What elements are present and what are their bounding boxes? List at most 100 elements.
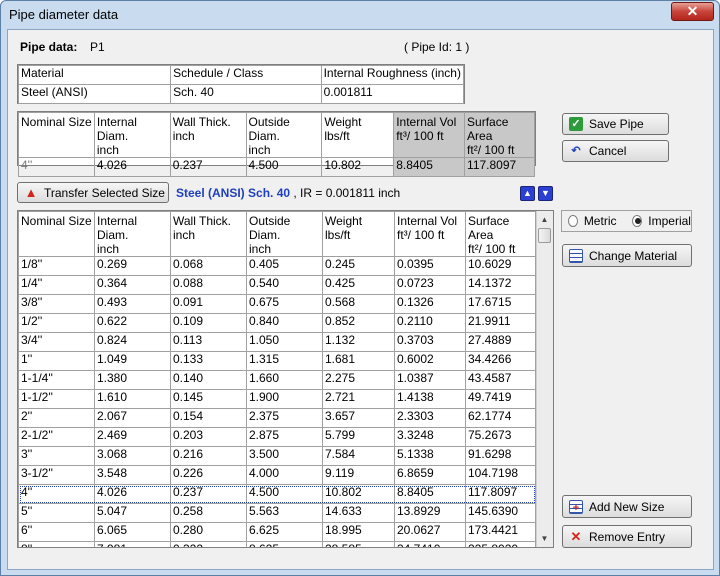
internal-diam-cell: 1.049 bbox=[94, 351, 171, 371]
material-summary-ir: , IR = 0.001811 inch bbox=[290, 186, 401, 200]
surface-area-cell: 173.4421 bbox=[465, 522, 536, 542]
material-value[interactable]: Steel (ANSI) bbox=[17, 84, 172, 104]
undo-icon: ↶ bbox=[571, 145, 581, 157]
schedule-value[interactable]: Sch. 40 bbox=[170, 84, 322, 104]
table-row[interactable]: 1'' 1.049 0.133 1.315 1.681 0.6002 34.4266 bbox=[18, 351, 536, 371]
nominal-size-cell: 1'' bbox=[18, 351, 95, 371]
weight-header: Weight lbs/ft bbox=[321, 112, 395, 158]
table-row[interactable]: 2'' 2.067 0.154 2.375 3.657 2.3303 62.1774 bbox=[18, 408, 536, 428]
table-row[interactable]: 3/4'' 0.824 0.113 1.050 1.132 0.3703 27.4889 bbox=[18, 332, 536, 352]
table-row[interactable]: 1-1/2'' 1.610 0.145 1.900 2.721 1.4138 49.7419 bbox=[18, 389, 536, 409]
outside-diam-cell: 1.315 bbox=[246, 351, 323, 371]
internal-diam-cell: 0.269 bbox=[94, 256, 171, 276]
internal-vol-cell: 0.0723 bbox=[394, 275, 466, 295]
table-row[interactable]: 8''7.9810.3228.62528.58534.7410225.8020 bbox=[18, 541, 536, 547]
weight-cell: 3.657 bbox=[322, 408, 395, 428]
close-button[interactable]: ✕ bbox=[671, 2, 714, 21]
wall-thick-cell: 0.088 bbox=[170, 275, 247, 295]
outside-diam-cell: 3.500 bbox=[246, 446, 323, 466]
table-icon bbox=[569, 248, 583, 263]
table-row[interactable]: 1/4'' 0.364 0.088 0.540 0.425 0.0723 14.1372 bbox=[18, 275, 536, 295]
outside-diam-cell: 0.675 bbox=[246, 294, 323, 314]
window-title: Pipe diameter data bbox=[9, 7, 119, 22]
table-row[interactable]: 4'' 4.026 0.237 4.500 10.802 8.8405 117.8097 bbox=[18, 484, 536, 504]
scroll-up-icon[interactable]: ▲ bbox=[537, 212, 552, 227]
nominal-size-cell: 3-1/2'' bbox=[18, 465, 95, 485]
imperial-label: Imperial bbox=[648, 214, 691, 228]
wall-thick-cell: 0.154 bbox=[170, 408, 247, 428]
internal-diam-cell: 1.610 bbox=[94, 389, 171, 409]
material-summary: Steel (ANSI) Sch. 40 , IR = 0.001811 inc… bbox=[176, 186, 400, 200]
dialog-body: Pipe data: P1 ( Pipe Id: 1 ) Material Sc… bbox=[7, 29, 714, 570]
outside-diam-header: Outside Diam. inch bbox=[246, 211, 323, 257]
selected-surface-area-cell: 117.8097 bbox=[464, 157, 535, 177]
table-row[interactable]: 2-1/2'' 2.469 0.203 2.875 5.799 3.3248 75.2673 bbox=[18, 427, 536, 447]
selected-weight-cell[interactable]: 10.802 bbox=[321, 157, 395, 177]
selected-outside-diam-cell[interactable]: 4.500 bbox=[245, 157, 323, 177]
internal-vol-header: Internal Vol ft³/ 100 ft bbox=[394, 211, 466, 257]
weight-cell: 10.802 bbox=[322, 484, 395, 504]
wall-thick-cell: 0.091 bbox=[170, 294, 247, 314]
outside-diam-cell: 2.875 bbox=[246, 427, 323, 447]
add-new-size-button[interactable]: + Add New Size bbox=[562, 495, 692, 518]
surface-area-cell: 43.4587 bbox=[465, 370, 536, 390]
selected-internal-diam-cell[interactable]: 4.026 bbox=[93, 157, 171, 177]
transfer-selected-size-button[interactable]: ▲ Transfer Selected Size bbox=[17, 182, 169, 203]
outside-diam-cell: 4.000 bbox=[246, 465, 323, 485]
cancel-button[interactable]: ↶ Cancel bbox=[562, 140, 669, 162]
wall-thick-cell: 0.068 bbox=[170, 256, 247, 276]
table-row[interactable]: 3/8'' 0.493 0.091 0.675 0.568 0.1326 17.6715 bbox=[18, 294, 536, 314]
nominal-size-cell: 1-1/2'' bbox=[18, 389, 95, 409]
roughness-header: Internal Roughness (inch) bbox=[320, 65, 465, 85]
weight-cell: 14.633 bbox=[322, 503, 395, 523]
move-up-button[interactable]: ▲ bbox=[520, 186, 535, 201]
internal-diam-cell: 2.067 bbox=[94, 408, 171, 428]
wall-thick-cell: 0.258 bbox=[170, 503, 247, 523]
wall-thick-header: Wall Thick. inch bbox=[169, 112, 247, 158]
internal-vol-header: Internal Vol ft³/ 100 ft bbox=[393, 112, 466, 158]
table-row[interactable]: 3'' 3.068 0.216 3.500 7.584 5.1338 91.6298 bbox=[18, 446, 536, 466]
internal-vol-cell: 6.8659 bbox=[394, 465, 466, 485]
scroll-thumb[interactable] bbox=[538, 228, 551, 243]
internal-vol-cell: 34.7410 bbox=[394, 541, 466, 547]
vertical-scrollbar[interactable]: ▲ ▼ bbox=[536, 211, 553, 547]
surface-area-cell: 34.4266 bbox=[465, 351, 536, 371]
table-row[interactable]: 1/2'' 0.622 0.109 0.840 0.852 0.2110 21.9911 bbox=[18, 313, 536, 333]
selected-wall-thick-cell[interactable]: 0.237 bbox=[169, 157, 247, 177]
nominal-size-cell: 6'' bbox=[18, 522, 95, 542]
delete-x-icon: ✕ bbox=[570, 528, 582, 544]
table-row[interactable]: 3-1/2'' 3.548 0.226 4.000 9.119 6.8659 104.719… bbox=[18, 465, 536, 485]
nominal-size-cell: 4'' bbox=[18, 484, 95, 504]
scroll-down-icon[interactable]: ▼ bbox=[537, 531, 552, 546]
weight-cell: 0.245 bbox=[322, 256, 395, 276]
surface-area-cell: 62.1774 bbox=[465, 408, 536, 428]
selected-nominal-size-cell[interactable]: 4'' bbox=[18, 157, 95, 177]
cancel-label: Cancel bbox=[589, 144, 627, 158]
surface-area-cell: 225.8020 bbox=[465, 541, 536, 547]
outside-diam-header: Outside Diam. inch bbox=[245, 112, 323, 158]
internal-vol-cell: 0.1326 bbox=[394, 294, 466, 314]
wall-thick-cell: 0.113 bbox=[170, 332, 247, 352]
remove-entry-button[interactable]: ✕ Remove Entry bbox=[562, 525, 692, 548]
table-row[interactable]: 1/8'' 0.269 0.068 0.405 0.245 0.0395 10.6029 bbox=[18, 256, 536, 276]
table-row[interactable]: 5'' 5.047 0.258 5.563 14.633 13.8929 145.6390 bbox=[18, 503, 536, 523]
triangle-up-icon: ▲ bbox=[523, 188, 532, 198]
outside-diam-cell: 0.540 bbox=[246, 275, 323, 295]
imperial-radio[interactable] bbox=[632, 215, 643, 227]
save-pipe-button[interactable]: ✓ Save Pipe bbox=[562, 113, 669, 135]
internal-diam-cell: 0.364 bbox=[94, 275, 171, 295]
wall-thick-cell: 0.133 bbox=[170, 351, 247, 371]
metric-radio[interactable] bbox=[568, 215, 578, 227]
nominal-size-cell: 3/8'' bbox=[18, 294, 95, 314]
weight-cell: 28.585 bbox=[322, 541, 395, 547]
weight-cell: 2.275 bbox=[322, 370, 395, 390]
save-pipe-label: Save Pipe bbox=[589, 117, 644, 131]
change-material-button[interactable]: Change Material bbox=[562, 244, 692, 267]
wall-thick-cell: 0.216 bbox=[170, 446, 247, 466]
roughness-value[interactable]: 0.001811 bbox=[320, 84, 465, 104]
internal-diam-cell: 0.824 bbox=[94, 332, 171, 352]
move-down-button[interactable]: ▼ bbox=[538, 186, 553, 201]
table-row[interactable]: 1-1/4'' 1.380 0.140 1.660 2.275 1.0387 43.4587 bbox=[18, 370, 536, 390]
table-row[interactable]: 6'' 6.065 0.280 6.625 18.995 20.0627 173.4421 bbox=[18, 522, 536, 542]
pipe-data-label: Pipe data: bbox=[20, 40, 78, 54]
